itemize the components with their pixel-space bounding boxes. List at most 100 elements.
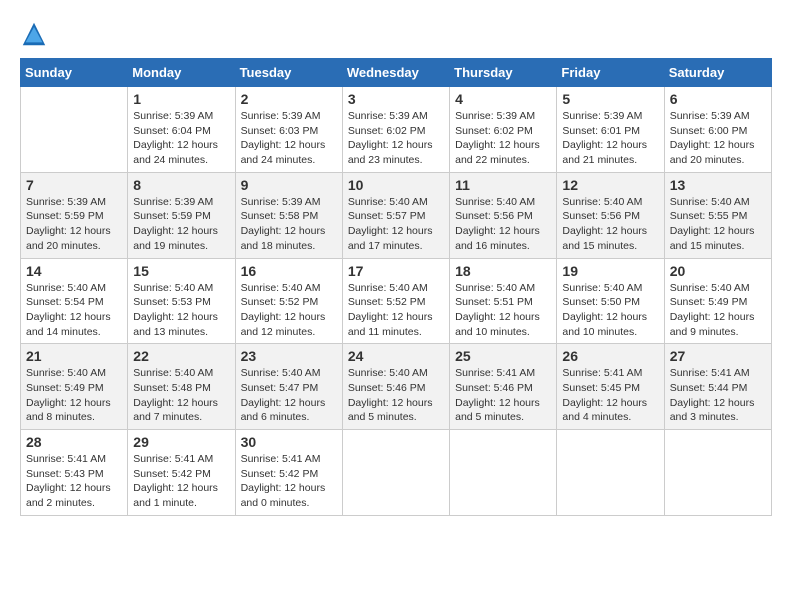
calendar-header-thursday: Thursday: [450, 59, 557, 87]
day-info: Sunrise: 5:41 AM Sunset: 5:42 PM Dayligh…: [241, 452, 337, 511]
day-info: Sunrise: 5:40 AM Sunset: 5:47 PM Dayligh…: [241, 366, 337, 425]
calendar-header-tuesday: Tuesday: [235, 59, 342, 87]
day-number: 22: [133, 348, 229, 364]
day-number: 29: [133, 434, 229, 450]
day-number: 1: [133, 91, 229, 107]
calendar-cell: [664, 430, 771, 516]
calendar-week-5: 28 Sunrise: 5:41 AM Sunset: 5:43 PM Dayli…: [21, 430, 772, 516]
day-number: 17: [348, 263, 444, 279]
day-number: 14: [26, 263, 122, 279]
day-number: 27: [670, 348, 766, 364]
calendar-cell: 7 Sunrise: 5:39 AM Sunset: 5:59 PM Daylig…: [21, 172, 128, 258]
day-number: 25: [455, 348, 551, 364]
day-number: 30: [241, 434, 337, 450]
day-number: 19: [562, 263, 658, 279]
day-number: 11: [455, 177, 551, 193]
calendar-cell: 15 Sunrise: 5:40 AM Sunset: 5:53 PM Dayli…: [128, 258, 235, 344]
day-info: Sunrise: 5:39 AM Sunset: 6:00 PM Dayligh…: [670, 109, 766, 168]
day-info: Sunrise: 5:39 AM Sunset: 6:01 PM Dayligh…: [562, 109, 658, 168]
day-info: Sunrise: 5:41 AM Sunset: 5:44 PM Dayligh…: [670, 366, 766, 425]
day-info: Sunrise: 5:40 AM Sunset: 5:48 PM Dayligh…: [133, 366, 229, 425]
calendar-cell: [450, 430, 557, 516]
day-info: Sunrise: 5:40 AM Sunset: 5:57 PM Dayligh…: [348, 195, 444, 254]
logo: [20, 20, 54, 48]
day-info: Sunrise: 5:40 AM Sunset: 5:53 PM Dayligh…: [133, 281, 229, 340]
calendar-cell: 12 Sunrise: 5:40 AM Sunset: 5:56 PM Dayli…: [557, 172, 664, 258]
calendar-cell: 1 Sunrise: 5:39 AM Sunset: 6:04 PM Daylig…: [128, 87, 235, 173]
day-info: Sunrise: 5:39 AM Sunset: 5:59 PM Dayligh…: [133, 195, 229, 254]
calendar-cell: 26 Sunrise: 5:41 AM Sunset: 5:45 PM Dayli…: [557, 344, 664, 430]
calendar-cell: 16 Sunrise: 5:40 AM Sunset: 5:52 PM Dayli…: [235, 258, 342, 344]
calendar-cell: 24 Sunrise: 5:40 AM Sunset: 5:46 PM Dayli…: [342, 344, 449, 430]
day-info: Sunrise: 5:41 AM Sunset: 5:45 PM Dayligh…: [562, 366, 658, 425]
day-info: Sunrise: 5:40 AM Sunset: 5:46 PM Dayligh…: [348, 366, 444, 425]
calendar-cell: 27 Sunrise: 5:41 AM Sunset: 5:44 PM Dayli…: [664, 344, 771, 430]
day-info: Sunrise: 5:39 AM Sunset: 6:02 PM Dayligh…: [455, 109, 551, 168]
day-info: Sunrise: 5:40 AM Sunset: 5:50 PM Dayligh…: [562, 281, 658, 340]
calendar-cell: 11 Sunrise: 5:40 AM Sunset: 5:56 PM Dayli…: [450, 172, 557, 258]
day-number: 16: [241, 263, 337, 279]
day-number: 15: [133, 263, 229, 279]
day-number: 10: [348, 177, 444, 193]
day-info: Sunrise: 5:40 AM Sunset: 5:49 PM Dayligh…: [26, 366, 122, 425]
day-info: Sunrise: 5:40 AM Sunset: 5:56 PM Dayligh…: [562, 195, 658, 254]
day-info: Sunrise: 5:40 AM Sunset: 5:51 PM Dayligh…: [455, 281, 551, 340]
calendar-cell: 8 Sunrise: 5:39 AM Sunset: 5:59 PM Daylig…: [128, 172, 235, 258]
day-number: 26: [562, 348, 658, 364]
day-number: 4: [455, 91, 551, 107]
calendar-cell: 14 Sunrise: 5:40 AM Sunset: 5:54 PM Dayli…: [21, 258, 128, 344]
calendar-cell: 9 Sunrise: 5:39 AM Sunset: 5:58 PM Daylig…: [235, 172, 342, 258]
calendar-cell: [21, 87, 128, 173]
calendar-cell: 2Sunrise: 5:39 AM Sunset: 6:03 PM Daylig…: [235, 87, 342, 173]
day-info: Sunrise: 5:39 AM Sunset: 6:04 PM Dayligh…: [133, 109, 229, 168]
day-number: 5: [562, 91, 658, 107]
day-info: Sunrise: 5:40 AM Sunset: 5:56 PM Dayligh…: [455, 195, 551, 254]
day-number: 18: [455, 263, 551, 279]
day-info: Sunrise: 5:40 AM Sunset: 5:55 PM Dayligh…: [670, 195, 766, 254]
day-number: 3: [348, 91, 444, 107]
day-info: Sunrise: 5:39 AM Sunset: 5:59 PM Dayligh…: [26, 195, 122, 254]
calendar-header-saturday: Saturday: [664, 59, 771, 87]
calendar-header-wednesday: Wednesday: [342, 59, 449, 87]
calendar-cell: 10 Sunrise: 5:40 AM Sunset: 5:57 PM Dayli…: [342, 172, 449, 258]
day-number: 28: [26, 434, 122, 450]
logo-icon: [20, 20, 48, 48]
calendar-header-row: SundayMondayTuesdayWednesdayThursdayFrid…: [21, 59, 772, 87]
calendar-cell: 22 Sunrise: 5:40 AM Sunset: 5:48 PM Dayli…: [128, 344, 235, 430]
day-number: 12: [562, 177, 658, 193]
page-header: [20, 20, 772, 48]
day-number: 13: [670, 177, 766, 193]
calendar-cell: 21Sunrise: 5:40 AM Sunset: 5:49 PM Dayli…: [21, 344, 128, 430]
day-number: 2: [241, 91, 337, 107]
calendar-cell: 23 Sunrise: 5:40 AM Sunset: 5:47 PM Dayli…: [235, 344, 342, 430]
day-info: Sunrise: 5:40 AM Sunset: 5:52 PM Dayligh…: [348, 281, 444, 340]
day-number: 8: [133, 177, 229, 193]
day-number: 6: [670, 91, 766, 107]
calendar-cell: 6 Sunrise: 5:39 AM Sunset: 6:00 PM Daylig…: [664, 87, 771, 173]
calendar-cell: 18 Sunrise: 5:40 AM Sunset: 5:51 PM Dayli…: [450, 258, 557, 344]
day-info: Sunrise: 5:41 AM Sunset: 5:46 PM Dayligh…: [455, 366, 551, 425]
calendar-cell: 4 Sunrise: 5:39 AM Sunset: 6:02 PM Daylig…: [450, 87, 557, 173]
calendar-cell: 25 Sunrise: 5:41 AM Sunset: 5:46 PM Dayli…: [450, 344, 557, 430]
calendar-cell: 28 Sunrise: 5:41 AM Sunset: 5:43 PM Dayli…: [21, 430, 128, 516]
calendar-cell: 5 Sunrise: 5:39 AM Sunset: 6:01 PM Daylig…: [557, 87, 664, 173]
calendar-table: SundayMondayTuesdayWednesdayThursdayFrid…: [20, 58, 772, 516]
day-info: Sunrise: 5:41 AM Sunset: 5:43 PM Dayligh…: [26, 452, 122, 511]
calendar-header-monday: Monday: [128, 59, 235, 87]
calendar-week-3: 14 Sunrise: 5:40 AM Sunset: 5:54 PM Dayli…: [21, 258, 772, 344]
day-info: Sunrise: 5:40 AM Sunset: 5:52 PM Dayligh…: [241, 281, 337, 340]
day-number: 9: [241, 177, 337, 193]
day-number: 23: [241, 348, 337, 364]
day-number: 24: [348, 348, 444, 364]
calendar-cell: 19 Sunrise: 5:40 AM Sunset: 5:50 PM Dayli…: [557, 258, 664, 344]
calendar-cell: [342, 430, 449, 516]
calendar-header-friday: Friday: [557, 59, 664, 87]
calendar-cell: 17 Sunrise: 5:40 AM Sunset: 5:52 PM Dayli…: [342, 258, 449, 344]
day-info: Sunrise: 5:40 AM Sunset: 5:49 PM Dayligh…: [670, 281, 766, 340]
day-number: 7: [26, 177, 122, 193]
day-info: Sunrise: 5:39 AM Sunset: 5:58 PM Dayligh…: [241, 195, 337, 254]
day-number: 20: [670, 263, 766, 279]
day-info: Sunrise: 5:40 AM Sunset: 5:54 PM Dayligh…: [26, 281, 122, 340]
calendar-cell: [557, 430, 664, 516]
calendar-cell: 29Sunrise: 5:41 AM Sunset: 5:42 PM Dayli…: [128, 430, 235, 516]
